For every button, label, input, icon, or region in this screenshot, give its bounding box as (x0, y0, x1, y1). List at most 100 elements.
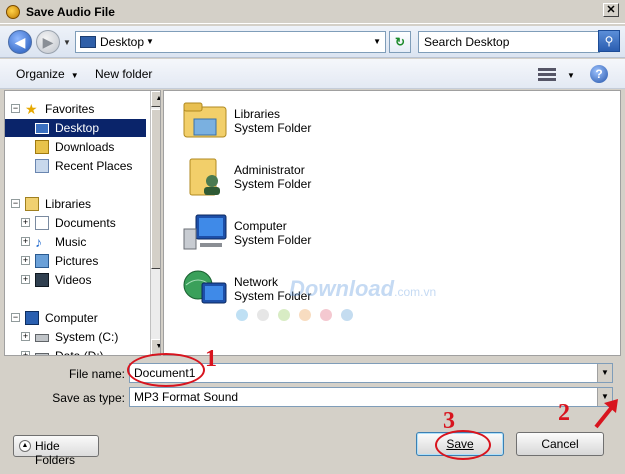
chevron-down-icon[interactable]: ▼ (146, 37, 154, 46)
sidebar-scrollbar[interactable]: ▲ ▼ (150, 91, 160, 355)
expand-icon[interactable]: + (21, 237, 30, 246)
close-button[interactable]: ✕ (603, 3, 619, 17)
sidebar-item-computer[interactable]: − Computer (5, 309, 146, 327)
sidebar-item-favorites[interactable]: − ★ Favorites (5, 100, 146, 118)
organize-label: Organize (16, 67, 65, 81)
save-type-select[interactable]: MP3 Format Sound ▼ (129, 387, 613, 407)
list-item[interactable]: Libraries System Folder (182, 99, 382, 149)
forward-button[interactable]: ▶ (36, 30, 60, 54)
list-item[interactable]: Computer System Folder (182, 211, 382, 261)
item-type: System Folder (234, 233, 312, 247)
videos-icon (35, 273, 49, 287)
expand-icon[interactable]: + (21, 351, 30, 355)
file-name-label: File name: (68, 367, 125, 381)
sidebar-item-libraries[interactable]: − Libraries (5, 195, 146, 213)
libraries-icon (25, 197, 39, 211)
watermark-dots (236, 309, 362, 324)
recent-pages-dropdown-icon[interactable]: ▼ (63, 38, 71, 47)
sidebar-item-label: Data (D:) (55, 349, 104, 356)
collapse-icon[interactable]: − (11, 313, 20, 322)
cancel-button[interactable]: Cancel (516, 432, 604, 456)
address-dropdown-icon[interactable]: ▼ (373, 37, 381, 46)
file-list: Libraries System Folder Administrator Sy… (163, 90, 621, 356)
downloads-icon (35, 140, 49, 154)
save-type-value: MP3 Format Sound (134, 390, 239, 404)
hide-folders-button[interactable]: ▲ Hide Folders (13, 435, 99, 467)
drive-icon (35, 334, 49, 342)
item-type: System Folder (234, 177, 312, 191)
save-type-label: Save as type: (52, 391, 125, 405)
pictures-icon (35, 254, 49, 268)
item-name: Administrator (234, 163, 305, 177)
star-icon: ★ (25, 101, 38, 117)
watermark-text: Download (289, 276, 395, 301)
sidebar-item-label: Videos (55, 273, 92, 287)
app-icon (6, 5, 20, 19)
music-icon: ♪ (35, 234, 42, 250)
view-dropdown-icon[interactable]: ▼ (567, 71, 575, 80)
sidebar-item-recent-places[interactable]: Recent Places (5, 157, 146, 175)
item-type: System Folder (234, 121, 312, 135)
collapse-icon[interactable]: − (11, 104, 20, 113)
organize-menu[interactable]: Organize ▼ (16, 67, 79, 81)
navigation-pane: − ★ Favorites Desktop Downloads Recent P… (4, 90, 161, 356)
address-bar[interactable]: Desktop ▼ ▼ (75, 31, 386, 53)
search-icon[interactable]: ⚲ (598, 30, 620, 52)
item-name: Network (234, 275, 279, 289)
sidebar-item-label: Libraries (45, 197, 92, 211)
sidebar-item-videos[interactable]: + Videos (5, 271, 146, 289)
scrollbar-thumb[interactable] (151, 109, 160, 269)
desktop-icon (80, 36, 96, 48)
expand-icon[interactable]: + (21, 218, 30, 227)
sidebar-item-data-d[interactable]: + Data (D:) (5, 347, 146, 356)
sidebar-item-label: System (C:) (55, 330, 119, 344)
sidebar-item-desktop[interactable]: Desktop (5, 119, 146, 137)
computer-icon (183, 214, 227, 250)
watermark: Download.com.vn (289, 276, 436, 302)
annotation-ellipse-save (435, 430, 491, 460)
search-input[interactable]: Search Desktop (418, 31, 600, 53)
item-name: Computer (234, 219, 287, 233)
title-bar: Save Audio File ✕ (0, 0, 625, 24)
chevron-down-icon: ▼ (70, 71, 79, 80)
watermark-suffix: .com.vn (394, 285, 437, 299)
help-icon[interactable]: ? (590, 65, 608, 83)
sidebar-item-documents[interactable]: + Documents (5, 214, 146, 232)
hide-folders-label: Hide Folders (35, 439, 76, 467)
command-bar: Organize ▼ New folder ▼ ? (0, 59, 625, 89)
scroll-up-icon[interactable]: ▲ (151, 91, 160, 107)
save-type-row: Save as type: MP3 Format Sound ▼ (0, 387, 625, 409)
desktop-icon (35, 123, 49, 134)
sidebar-item-label: Pictures (55, 254, 99, 268)
file-name-row: File name: Document1 ▼ (0, 363, 625, 385)
sidebar-item-system-c[interactable]: + System (C:) (5, 328, 146, 346)
sidebar-item-downloads[interactable]: Downloads (5, 138, 146, 156)
navigation-bar: ◀ ▶ ▼ Desktop ▼ ▼ ↻ Search Desktop ⚲ (0, 26, 625, 58)
computer-icon (25, 311, 39, 325)
chevron-down-icon[interactable]: ▼ (597, 364, 612, 382)
annotation-arrow-icon (594, 399, 618, 429)
annotation-ellipse-filename (127, 353, 205, 387)
expand-icon[interactable]: + (21, 275, 30, 284)
expand-icon[interactable]: + (21, 332, 30, 341)
sidebar-item-pictures[interactable]: + Pictures (5, 252, 146, 270)
item-name: Libraries (234, 107, 281, 121)
back-button[interactable]: ◀ (8, 30, 32, 54)
collapse-icon[interactable]: − (11, 199, 20, 208)
expand-icon[interactable]: + (21, 256, 30, 265)
sidebar-item-label: Downloads (55, 140, 115, 154)
libraries-folder-icon (183, 102, 227, 138)
sidebar-item-label: Recent Places (55, 159, 133, 173)
refresh-button[interactable]: ↻ (389, 31, 411, 53)
chevron-up-icon: ▲ (19, 440, 31, 452)
documents-icon (35, 216, 49, 230)
address-text: Desktop (100, 35, 145, 49)
sidebar-item-label: Computer (45, 311, 98, 325)
user-folder-icon (189, 158, 220, 196)
drive-icon (35, 353, 49, 355)
new-folder-button[interactable]: New folder (95, 67, 152, 81)
sidebar-item-label: Favorites (45, 102, 95, 116)
view-options-icon[interactable] (538, 66, 556, 82)
list-item[interactable]: Administrator System Folder (182, 155, 382, 205)
sidebar-item-music[interactable]: + ♪ Music (5, 233, 146, 251)
